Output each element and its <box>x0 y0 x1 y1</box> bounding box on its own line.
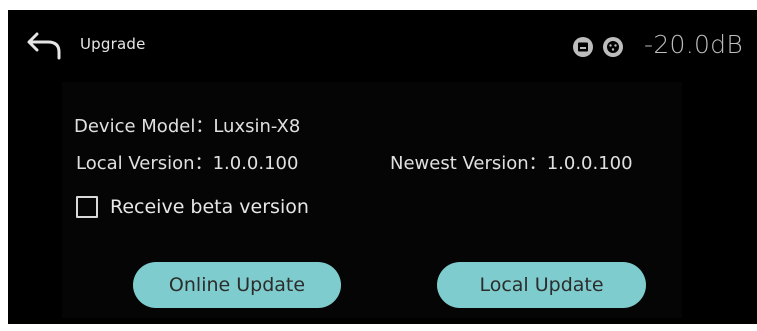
volume-readout: -20.0dB <box>644 30 744 59</box>
online-update-button[interactable]: Online Update <box>133 262 341 308</box>
beta-version-option[interactable]: Receive beta version <box>76 194 309 220</box>
local-update-button[interactable]: Local Update <box>437 262 646 308</box>
newest-version-value: 1.0.0.100 <box>546 153 633 174</box>
device-model-label: Device Model： <box>74 116 214 137</box>
local-version-label: Local Version： <box>76 153 213 174</box>
back-arrow-icon <box>27 32 61 60</box>
input-card-icon <box>572 36 594 58</box>
local-version-row: Local Version：1.0.0.100 <box>76 149 298 175</box>
newest-version-label: Newest Version： <box>390 153 547 174</box>
beta-label: Receive beta version <box>110 196 309 218</box>
newest-version-row: Newest Version：1.0.0.100 <box>390 149 633 175</box>
xlr-connector-icon <box>602 36 624 58</box>
local-version-value: 1.0.0.100 <box>212 153 299 174</box>
back-button[interactable] <box>26 32 64 60</box>
top-bar: Upgrade -20.0dB <box>8 10 757 82</box>
upgrade-panel: Device Model：Luxsin-X8 Local Version：1.0… <box>62 82 682 318</box>
page-title: Upgrade <box>80 35 146 53</box>
device-model-row: Device Model：Luxsin-X8 <box>74 112 300 138</box>
device-model-value: Luxsin-X8 <box>213 116 301 137</box>
upgrade-screen: Upgrade -20.0dB Device Model：Luxsin-X8 L <box>8 10 757 324</box>
beta-checkbox[interactable] <box>76 196 98 218</box>
